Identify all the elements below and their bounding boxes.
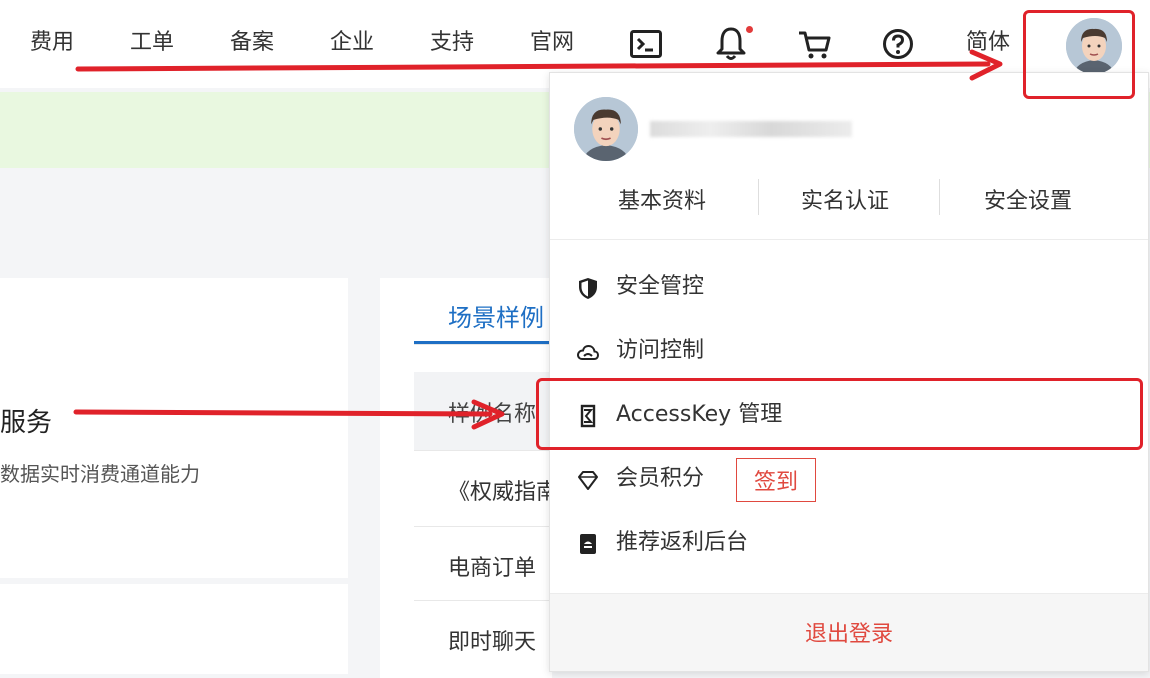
menu-label: 推荐返利后台 [616, 530, 749, 555]
nav-item-enterprise[interactable]: 企业 [330, 28, 374, 58]
row-divider [414, 450, 552, 451]
menu-item-referral-backend[interactable]: 推荐返利后台 [550, 514, 1148, 574]
help-icon[interactable] [882, 28, 914, 60]
profile-security-settings[interactable]: 安全设置 [984, 183, 1072, 215]
service-description: 数据实时消费通道能力 [0, 462, 200, 486]
menu-item-security-control[interactable]: 安全管控 [550, 258, 1148, 318]
nav-item-website[interactable]: 官网 [530, 28, 574, 58]
language-switch[interactable]: 简体 [966, 28, 1010, 58]
nav-item-billing[interactable]: 费用 [30, 28, 74, 58]
logout-link[interactable]: 退出登录 [550, 616, 1148, 648]
menu-item-access-control[interactable]: 访问控制 [550, 322, 1148, 382]
profile-separator [939, 179, 940, 215]
table-row[interactable]: 即时聊天 [448, 624, 536, 656]
logout-area: 退出登录 [550, 593, 1148, 671]
avatar-icon [574, 97, 638, 161]
menu-label: 安全管控 [616, 274, 705, 299]
row-divider [414, 600, 552, 601]
table-row[interactable]: 电商订单 [448, 550, 536, 582]
dropdown-avatar [574, 97, 638, 161]
cloud-icon [576, 344, 600, 360]
terminal-icon[interactable] [630, 30, 662, 58]
nav-item-ticket[interactable]: 工单 [130, 28, 174, 58]
menu-label: 访问控制 [616, 338, 705, 363]
menu-item-member-points[interactable]: 会员积分 [550, 450, 1148, 510]
user-dropdown-menu: 基本资料 实名认证 安全设置 安全管控 访问控制 AccessKey 管理 会员… [549, 72, 1149, 672]
cart-icon[interactable] [798, 30, 832, 60]
dropdown-divider [550, 239, 1148, 240]
nav-item-support[interactable]: 支持 [430, 28, 474, 58]
shield-icon [579, 278, 597, 299]
accesskey-highlight-box [536, 378, 1143, 450]
checkin-button[interactable]: 签到 [736, 458, 816, 502]
bell-icon[interactable] [716, 26, 746, 62]
profile-basic-info[interactable]: 基本资料 [618, 183, 706, 215]
tab-active-indicator [414, 341, 552, 344]
table-header-name: 样例名称 [448, 402, 537, 427]
diamond-icon [578, 471, 598, 490]
profile-separator [758, 179, 759, 215]
service-card [0, 278, 348, 578]
menu-label: 会员积分 [616, 466, 705, 491]
service-title: 服务 [0, 408, 53, 438]
service-card-lower [0, 584, 348, 674]
profile-real-name-auth[interactable]: 实名认证 [801, 183, 889, 215]
tab-scenario-examples[interactable]: 场景样例 [448, 298, 544, 333]
row-divider [414, 526, 552, 527]
tab-divider [414, 344, 552, 345]
nav-item-filing[interactable]: 备案 [230, 28, 274, 58]
document-icon [580, 534, 596, 554]
blurred-username [650, 121, 852, 137]
avatar-highlight-box [1023, 10, 1135, 99]
notification-dot [746, 26, 753, 33]
